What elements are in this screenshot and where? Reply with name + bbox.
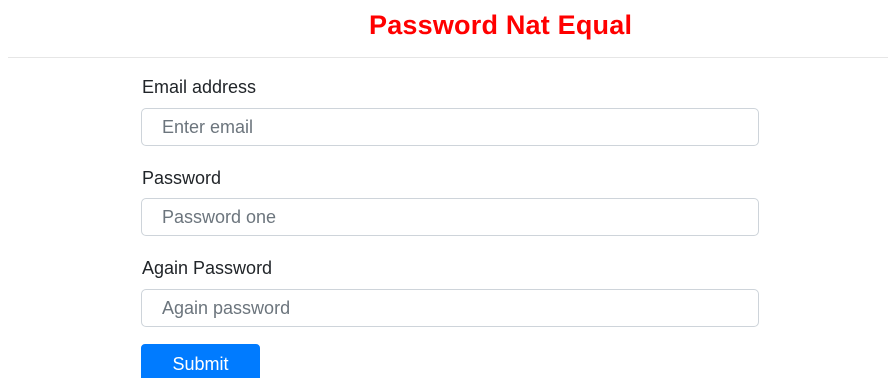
page: Password Nat Equal Email address Passwor… (0, 0, 896, 378)
password-field[interactable] (141, 198, 759, 236)
again-password-field[interactable] (141, 289, 759, 327)
page-title: Password Nat Equal (369, 10, 633, 40)
submit-button[interactable]: Submit (141, 344, 260, 378)
again-password-label: Again Password (142, 258, 273, 278)
password-label: Password (142, 168, 222, 188)
email-label: Email address (142, 77, 257, 97)
page-header: Password Nat Equal (8, 0, 888, 58)
email-field[interactable] (141, 108, 759, 146)
